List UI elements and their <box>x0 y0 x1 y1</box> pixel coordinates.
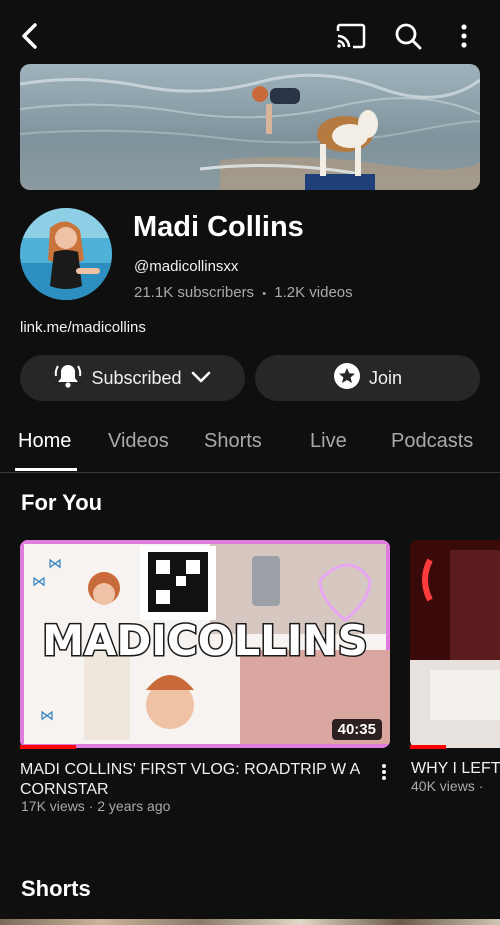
section-title-for-you: For You <box>21 490 103 515</box>
tab-live[interactable]: Live <box>310 430 347 453</box>
section-title-shorts: Shorts <box>21 876 91 901</box>
video-title[interactable]: MADI COLLINS' FIRST VLOG: ROADTRIP W A C… <box>20 760 370 800</box>
active-tab-indicator <box>15 468 77 471</box>
banner-image <box>20 64 480 190</box>
channel-stats: 21.1K subscribers • 1.2K videos <box>134 284 353 301</box>
svg-text:⋈: ⋈ <box>40 708 54 724</box>
svg-text:⋈: ⋈ <box>32 574 46 590</box>
search-icon[interactable] <box>390 18 426 54</box>
channel-handle: @madicollinsxx <box>134 258 239 275</box>
subscribed-button[interactable]: Subscribed <box>20 355 245 401</box>
avatar-image <box>20 208 112 300</box>
top-app-bar <box>0 0 500 70</box>
back-arrow-icon[interactable] <box>12 18 48 54</box>
chevron-down-icon <box>190 368 212 389</box>
tab-videos[interactable]: Videos <box>108 430 169 453</box>
video-more-icon[interactable] <box>374 762 394 782</box>
subscribed-label: Subscribed <box>91 367 182 388</box>
subscriber-count: 21.1K subscribers <box>134 284 255 301</box>
thumbnail-text: MADICOLLINS <box>42 616 368 665</box>
thumbnail-image-2 <box>410 540 500 748</box>
channel-avatar[interactable] <box>20 208 112 300</box>
more-vert-icon[interactable] <box>446 18 482 54</box>
channel-tabs: Home Videos Shorts Live Podcasts <box>0 418 500 473</box>
join-label: Join <box>368 367 403 388</box>
cast-icon[interactable] <box>333 18 369 54</box>
stats-separator: • <box>262 288 267 300</box>
shorts-thumbnails-strip[interactable] <box>0 919 500 925</box>
svg-text:⋈: ⋈ <box>48 556 62 572</box>
tab-home[interactable]: Home <box>18 430 71 453</box>
watch-progress-bar-2 <box>410 745 446 749</box>
channel-banner <box>20 64 480 190</box>
video-meta: 17K views · 2 years ago <box>21 798 171 814</box>
video-count: 1.2K videos <box>274 284 353 301</box>
video-duration: 40:35 <box>331 719 382 740</box>
watch-progress-bar <box>20 745 76 749</box>
video-title-2[interactable]: WHY I LEFT <box>411 760 500 778</box>
video-thumbnail[interactable]: ⋈ ⋈ ⋈ MADICOLLINS 40:35 <box>20 540 390 748</box>
tab-shorts[interactable]: Shorts <box>204 430 262 453</box>
bell-icon <box>53 361 83 396</box>
video-meta-2: 40K views · <box>411 778 484 794</box>
join-button[interactable]: Join <box>255 355 480 401</box>
video-thumbnail-2[interactable] <box>410 540 500 748</box>
channel-link[interactable]: link.me/madicollins <box>20 319 146 336</box>
tab-podcasts[interactable]: Podcasts <box>391 430 473 453</box>
thumbnail-image: ⋈ ⋈ ⋈ MADICOLLINS <box>20 540 390 748</box>
channel-name: Madi Collins <box>133 211 304 243</box>
star-icon <box>333 362 361 395</box>
